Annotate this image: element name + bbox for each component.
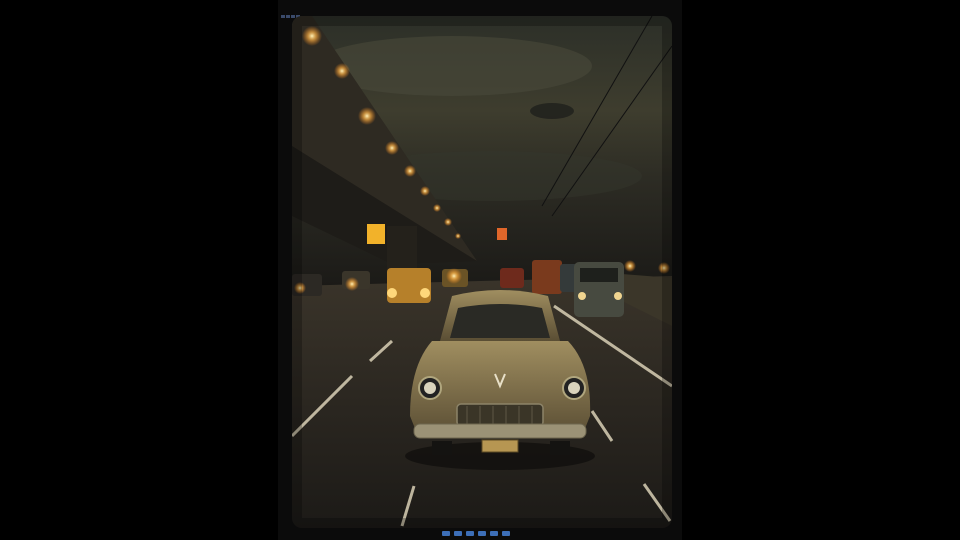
screen-background <box>0 0 960 540</box>
road-sign <box>497 228 507 240</box>
road-sign <box>367 224 385 244</box>
cloud <box>530 103 574 119</box>
top-left-status-icon <box>281 3 301 18</box>
photo-viewport <box>292 16 672 528</box>
highway-night-photo <box>292 16 672 528</box>
bottom-indicator-icon <box>442 531 516 537</box>
